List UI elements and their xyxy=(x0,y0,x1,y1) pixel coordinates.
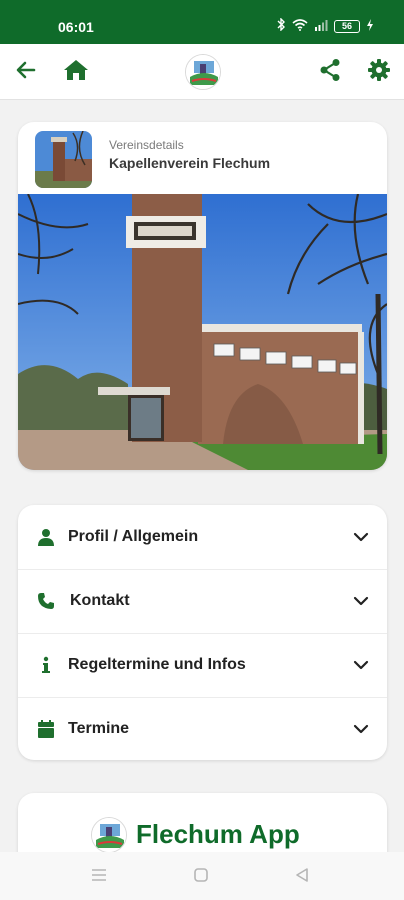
signal-icon xyxy=(314,19,328,34)
system-nav-bar xyxy=(0,852,404,900)
app-logo[interactable] xyxy=(185,54,221,90)
accordion-label: Regeltermine und Infos xyxy=(68,656,246,673)
club-photo xyxy=(18,193,387,470)
battery-icon: 56 xyxy=(334,19,360,33)
home-nav-button[interactable] xyxy=(191,867,211,887)
settings-button[interactable] xyxy=(365,58,393,86)
info-icon xyxy=(36,655,56,675)
charging-icon xyxy=(366,18,374,34)
share-icon xyxy=(319,58,341,87)
flechum-logo xyxy=(91,817,127,853)
arrow-left-icon xyxy=(14,58,38,87)
accordion-item-profile[interactable]: Profil / Allgemein xyxy=(18,505,387,569)
chevron-down-icon xyxy=(353,657,369,673)
share-button[interactable] xyxy=(316,58,344,86)
wifi-icon xyxy=(292,18,308,34)
status-time: 06:01 xyxy=(58,19,94,35)
home-icon xyxy=(63,58,89,87)
accordion-item-contact[interactable]: Kontakt xyxy=(18,569,387,633)
menu-icon xyxy=(91,868,107,887)
user-icon xyxy=(36,527,56,547)
triangle-back-icon xyxy=(295,867,309,887)
square-icon xyxy=(194,867,208,887)
recents-button[interactable] xyxy=(89,867,109,887)
club-name: Kapellenverein Flechum xyxy=(109,155,271,171)
club-caption: Vereinsdetails xyxy=(109,138,184,152)
status-icons: 56 xyxy=(276,17,374,34)
chevron-down-icon xyxy=(353,721,369,737)
club-thumbnail[interactable] xyxy=(35,131,92,188)
accordion-label: Termine xyxy=(68,720,130,737)
calendar-icon xyxy=(36,719,56,739)
bluetooth-icon xyxy=(276,17,286,34)
back-nav-button[interactable] xyxy=(292,867,312,887)
status-bar: 06:01 56 xyxy=(0,0,404,44)
details-accordion: Profil / Allgemein Kontakt Regeltermine … xyxy=(18,505,387,760)
gear-icon xyxy=(367,58,391,87)
app-bar xyxy=(0,44,404,100)
accordion-item-dates[interactable]: Termine xyxy=(18,697,387,760)
club-details-card: Vereinsdetails Kapellenverein Flechum xyxy=(18,122,387,470)
chevron-down-icon xyxy=(353,593,369,609)
accordion-label: Kontakt xyxy=(70,592,130,609)
accordion-label: Profil / Allgemein xyxy=(68,528,199,545)
accordion-item-regular-dates[interactable]: Regeltermine und Infos xyxy=(18,633,387,697)
promo-title: Flechum App xyxy=(136,819,300,849)
home-button[interactable] xyxy=(62,58,90,86)
phone-icon xyxy=(36,591,56,611)
chevron-down-icon xyxy=(353,529,369,545)
back-button[interactable] xyxy=(12,58,40,86)
